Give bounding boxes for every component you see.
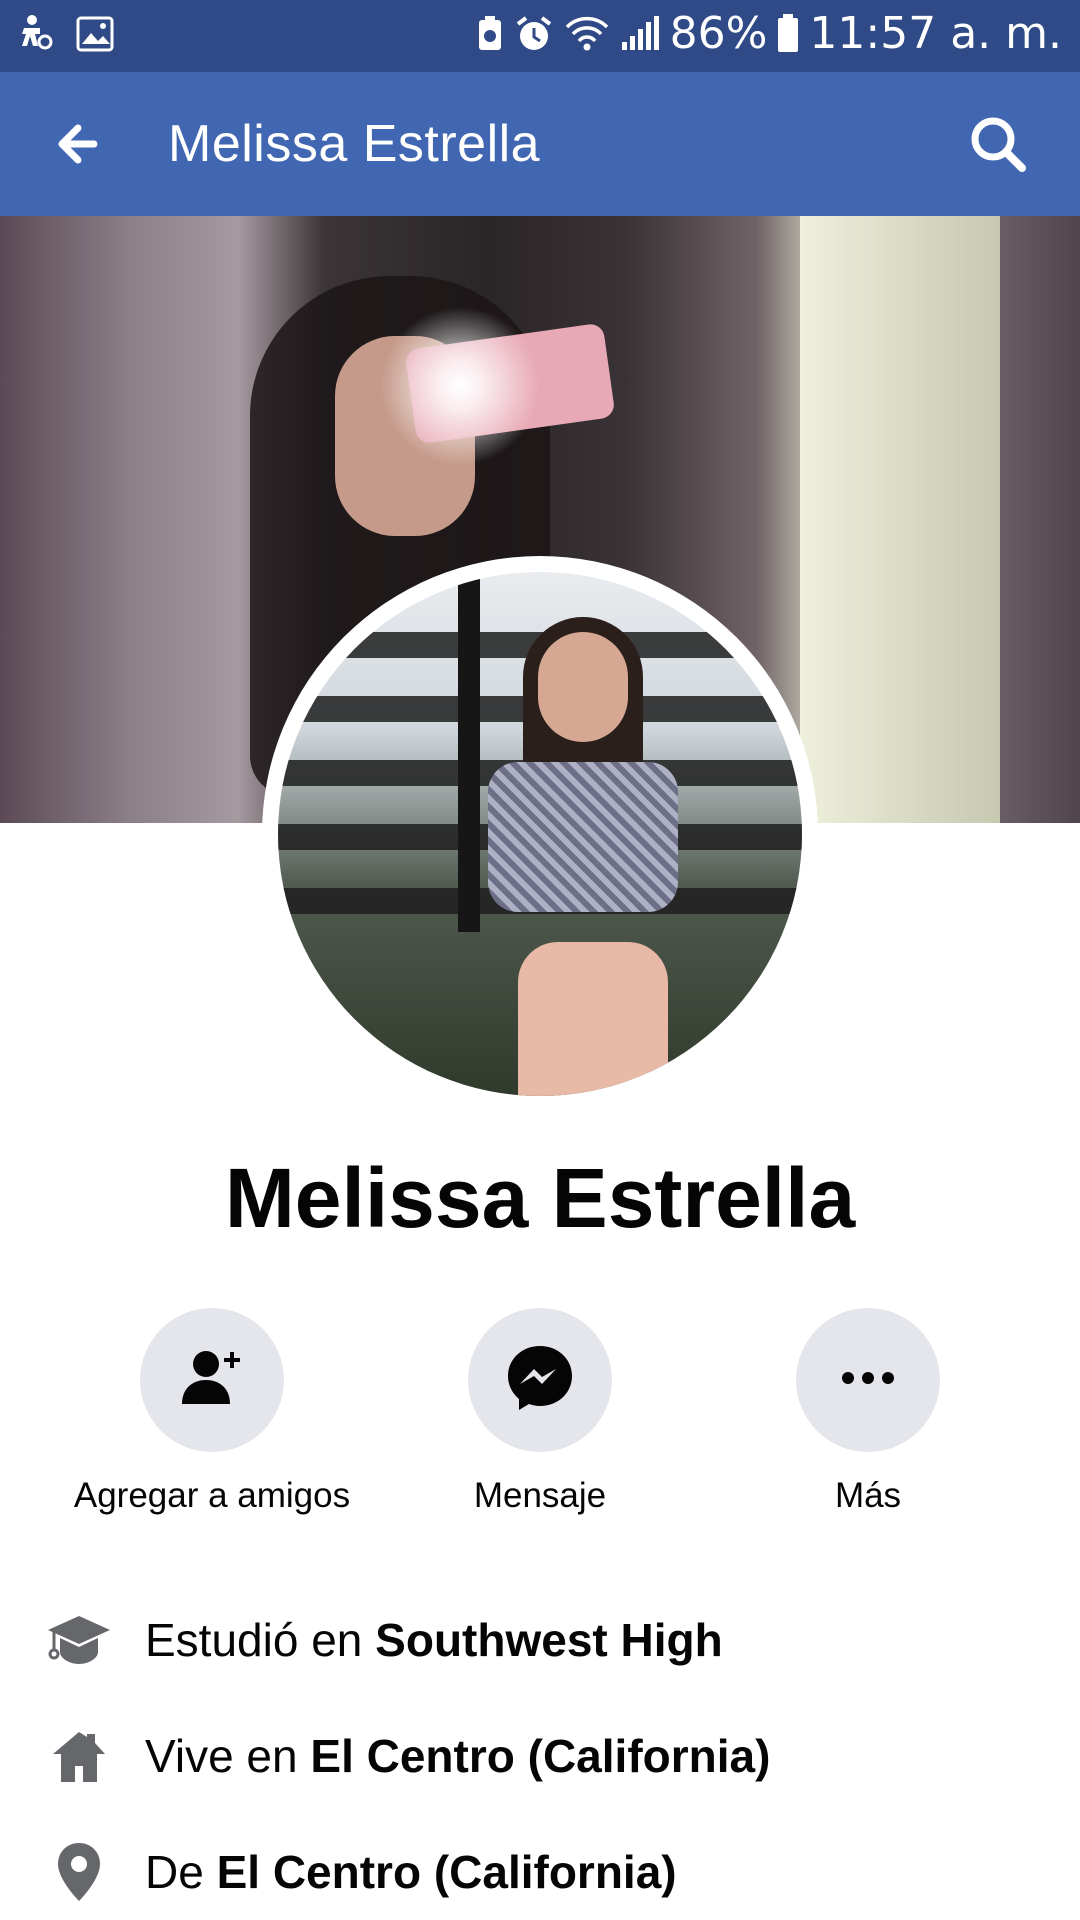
graduation-cap-icon [46, 1607, 112, 1673]
avatar-background-post [458, 572, 480, 932]
detail-lives-in[interactable]: Vive en El Centro (California) [0, 1716, 1080, 1796]
detail-from[interactable]: De El Centro (California) [0, 1832, 1080, 1912]
add-friend-circle [140, 1308, 284, 1452]
app-bar: Melissa Estrella [0, 72, 1080, 216]
message-circle [468, 1308, 612, 1452]
battery-percentage: 86% [669, 8, 768, 59]
status-bar: 86% 11:57 a. m. [0, 0, 1080, 72]
detail-education-text: Estudió en Southwest High [145, 1613, 723, 1667]
cover-door [800, 216, 1000, 823]
detail-from-prefix: De [145, 1846, 217, 1898]
avatar-person [488, 612, 678, 1096]
detail-lives-in-value: El Centro (California) [310, 1730, 771, 1782]
location-pin-icon [46, 1839, 112, 1905]
search-icon[interactable] [966, 112, 1030, 176]
detail-lives-in-text: Vive en El Centro (California) [145, 1729, 770, 1783]
avatar [278, 572, 802, 1096]
avatar-outfit [488, 762, 678, 912]
back-arrow-icon[interactable] [50, 112, 114, 176]
messenger-icon [502, 1340, 578, 1421]
add-friend-label: Agregar a amigos [73, 1476, 351, 1515]
more-circle [796, 1308, 940, 1452]
add-friend-icon [176, 1342, 248, 1419]
profile-name: Melissa Estrella [224, 1151, 856, 1245]
add-friend-button[interactable]: Agregar a amigos [72, 1308, 352, 1516]
detail-education-prefix: Estudió en [145, 1614, 376, 1666]
alarm-icon [514, 14, 554, 54]
more-icon [838, 1368, 898, 1393]
recycle-icon [476, 14, 504, 54]
gallery-icon [76, 16, 114, 52]
profile-picture[interactable] [262, 556, 818, 1112]
detail-lives-in-prefix: Vive en [145, 1730, 311, 1782]
home-icon [46, 1723, 112, 1789]
more-button[interactable]: Más [728, 1308, 1008, 1516]
detail-from-text: De El Centro (California) [145, 1845, 677, 1899]
detail-from-value: El Centro (California) [216, 1846, 677, 1898]
battery-icon [777, 13, 799, 54]
more-label: Más [834, 1476, 902, 1515]
detail-education[interactable]: Estudió en Southwest High [0, 1600, 1080, 1680]
wifi-icon [564, 15, 610, 53]
page-title: Melissa Estrella [168, 115, 541, 173]
message-button[interactable]: Mensaje [400, 1308, 680, 1516]
cover-flash [380, 306, 540, 466]
profile-actions: Agregar a amigos Mensaje Más [0, 1308, 1080, 1528]
avatar-legs [518, 942, 668, 1096]
signal-icon [620, 15, 660, 52]
message-label: Mensaje [473, 1476, 607, 1515]
avatar-head [538, 632, 628, 742]
accessibility-icon [18, 14, 54, 54]
detail-education-value: Southwest High [375, 1614, 723, 1666]
clock: 11:57 a. m. [809, 8, 1062, 59]
